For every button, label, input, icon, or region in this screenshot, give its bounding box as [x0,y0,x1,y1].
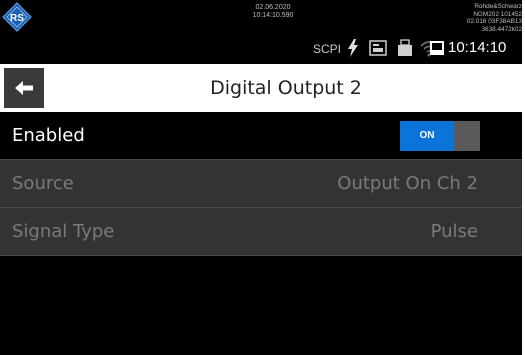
source-value: Output On Ch 2 [337,173,478,194]
status-clock: 10:14:10 [448,39,507,56]
title-bar: Digital Output 2 [0,64,522,112]
device-firmware: 02.016 03F38AB13 [466,18,522,26]
status-time-precise: 10:14:10.590 [252,12,294,19]
toggle-on-label: ON [400,121,454,151]
device-serial: 3638.4472k02 [481,25,522,33]
device-info: Rohde&Schwarz NGM202 101452 02.016 03F38… [432,3,522,33]
signal-type-label: Signal Type [12,221,115,242]
enabled-toggle[interactable]: ON [400,121,480,151]
lightning-icon [348,39,358,57]
enabled-label: Enabled [12,125,85,146]
status-datetime: 02.06.2020 10:14:10.590 [238,4,308,20]
arrow-left-icon [15,81,33,95]
lan-icon [369,40,387,56]
toggle-knob [454,121,480,151]
screen-icon [430,41,444,55]
setting-signal-type-row[interactable]: Signal Type Pulse [0,208,522,255]
svg-text:RS: RS [10,13,24,24]
device-model: NGM202 101452 [473,10,522,18]
status-bar: RS 02.06.2020 10:14:10.590 Rohde&Schwarz… [0,0,522,64]
usb-icon [398,39,412,56]
rs-logo-icon: RS [2,2,32,32]
signal-type-value: Pulse [430,221,478,242]
back-button[interactable] [4,68,44,108]
source-label: Source [12,173,74,194]
setting-source-row[interactable]: Source Output On Ch 2 [0,160,522,207]
device-vendor: Rohde&Schwarz [474,3,522,10]
row-divider [0,255,522,256]
device-screen: RS 02.06.2020 10:14:10.590 Rohde&Schwarz… [0,0,522,355]
page-title: Digital Output 2 [210,77,362,99]
status-date: 02.06.2020 [255,4,291,11]
scpi-indicator: SCPI [313,42,342,56]
